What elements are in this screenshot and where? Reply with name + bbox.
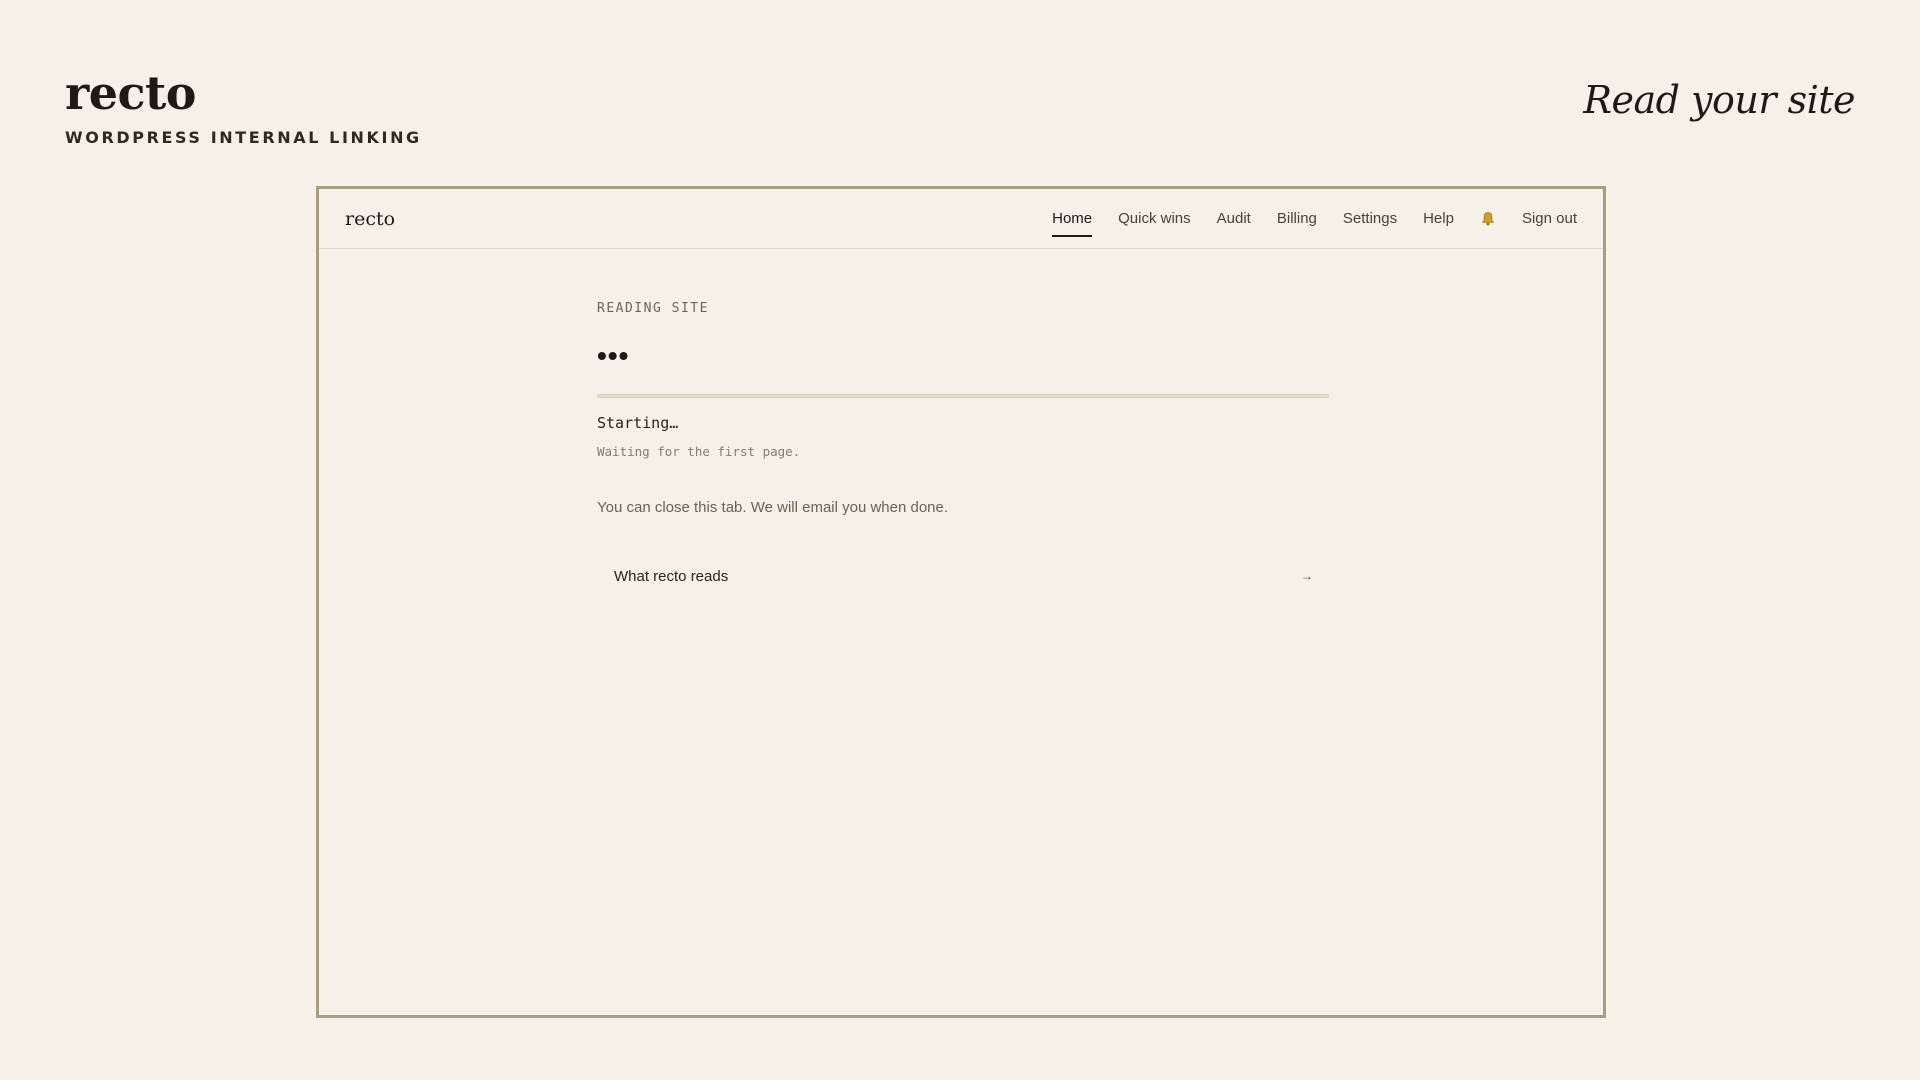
what-recto-reads-label: What recto reads	[614, 567, 729, 585]
brand-tagline: WORDPRESS INTERNAL LINKING	[65, 128, 422, 147]
what-recto-reads-link[interactable]: What recto reads →	[597, 566, 1329, 586]
nav-home[interactable]: Home	[1052, 204, 1093, 237]
status-text: Starting…	[597, 414, 679, 432]
substatus-text: Waiting for the first page.	[597, 444, 801, 459]
bell-icon[interactable]	[1480, 211, 1496, 227]
brand-name: recto	[65, 66, 196, 120]
main-nav: Home Quick wins Audit Billing Settings H…	[1052, 204, 1577, 237]
reading-panel: READING SITE ••• Starting… Waiting for t…	[597, 301, 1329, 586]
app-window: recto Home Quick wins Audit Billing Sett…	[316, 186, 1606, 1018]
loading-indicator: •••	[597, 340, 630, 371]
app-logo[interactable]: recto	[345, 208, 395, 230]
nav-audit[interactable]: Audit	[1217, 204, 1251, 233]
nav-settings[interactable]: Settings	[1343, 204, 1397, 233]
close-tab-note: You can close this tab. We will email yo…	[597, 499, 949, 516]
page: recto WORDPRESS INTERNAL LINKING Read yo…	[0, 0, 1920, 1080]
slogan: Read your site	[1583, 78, 1855, 122]
nav-help[interactable]: Help	[1423, 204, 1454, 233]
nav-quick-wins[interactable]: Quick wins	[1118, 204, 1191, 233]
brand-block: recto WORDPRESS INTERNAL LINKING	[65, 70, 422, 147]
section-eyebrow: READING SITE	[597, 301, 709, 316]
nav-billing[interactable]: Billing	[1277, 204, 1317, 233]
top-navigation-bar: recto Home Quick wins Audit Billing Sett…	[319, 189, 1603, 249]
progress-bar	[597, 394, 1329, 398]
arrow-right-icon: →	[1301, 569, 1313, 583]
sign-out-link[interactable]: Sign out	[1522, 204, 1577, 233]
